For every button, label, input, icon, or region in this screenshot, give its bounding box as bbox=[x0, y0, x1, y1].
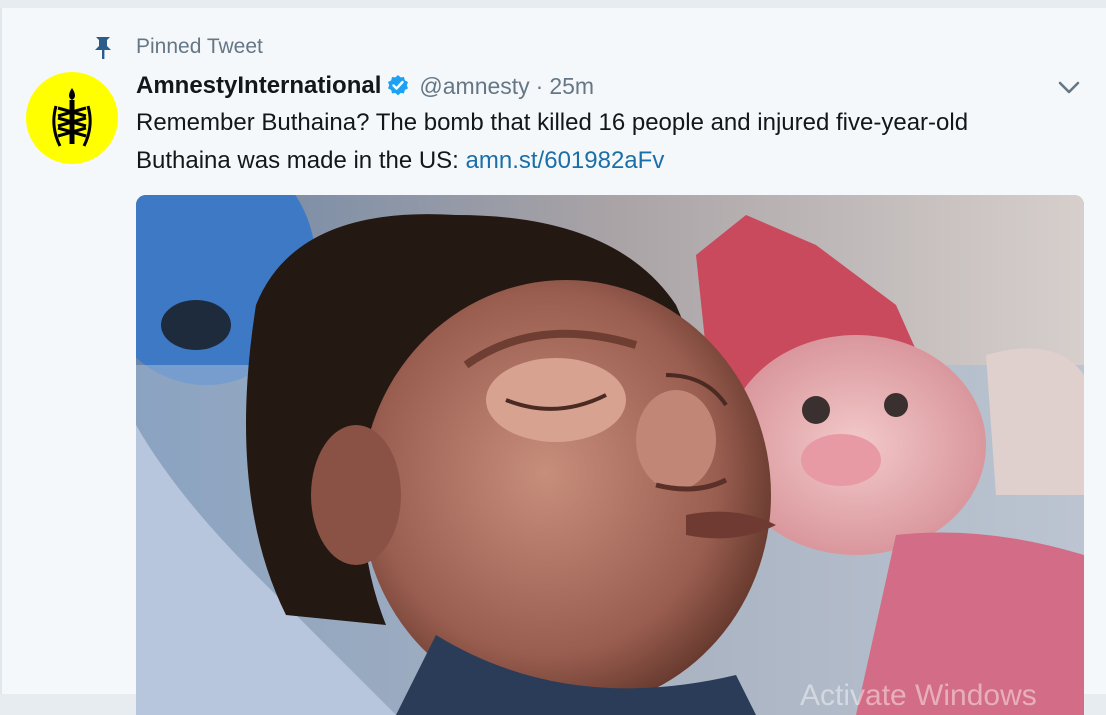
verified-badge-icon bbox=[388, 75, 409, 96]
pinned-tweet-label: Pinned Tweet bbox=[136, 35, 263, 58]
author-handle[interactable]: @amnesty bbox=[419, 73, 529, 100]
tweet-text: Remember Buthaina? The bomb that killed … bbox=[136, 104, 1036, 180]
pinned-tweet-indicator: Pinned Tweet bbox=[90, 32, 263, 62]
tweet-media-image[interactable]: Activate Windows bbox=[136, 195, 1084, 715]
pin-icon bbox=[95, 37, 111, 59]
tweet-card[interactable]: Pinned Tweet AmnestyInternational @amnes… bbox=[0, 8, 1106, 715]
tweet-timestamp[interactable]: 25m bbox=[549, 73, 594, 100]
author-display-name[interactable]: AmnestyInternational bbox=[136, 72, 381, 100]
timeline-top-divider bbox=[0, 0, 1106, 8]
candle-barbed-wire-icon bbox=[52, 88, 92, 147]
activate-windows-watermark: Activate Windows bbox=[800, 679, 1037, 712]
tweet-link[interactable]: amn.st/601982aFv bbox=[466, 147, 665, 174]
avatar[interactable] bbox=[26, 72, 118, 164]
header-separator: · bbox=[535, 72, 544, 99]
chevron-down-icon[interactable] bbox=[1056, 74, 1082, 100]
tweet-header: AmnestyInternational @amnesty · 25m bbox=[136, 68, 594, 104]
media-photo bbox=[136, 195, 1084, 715]
